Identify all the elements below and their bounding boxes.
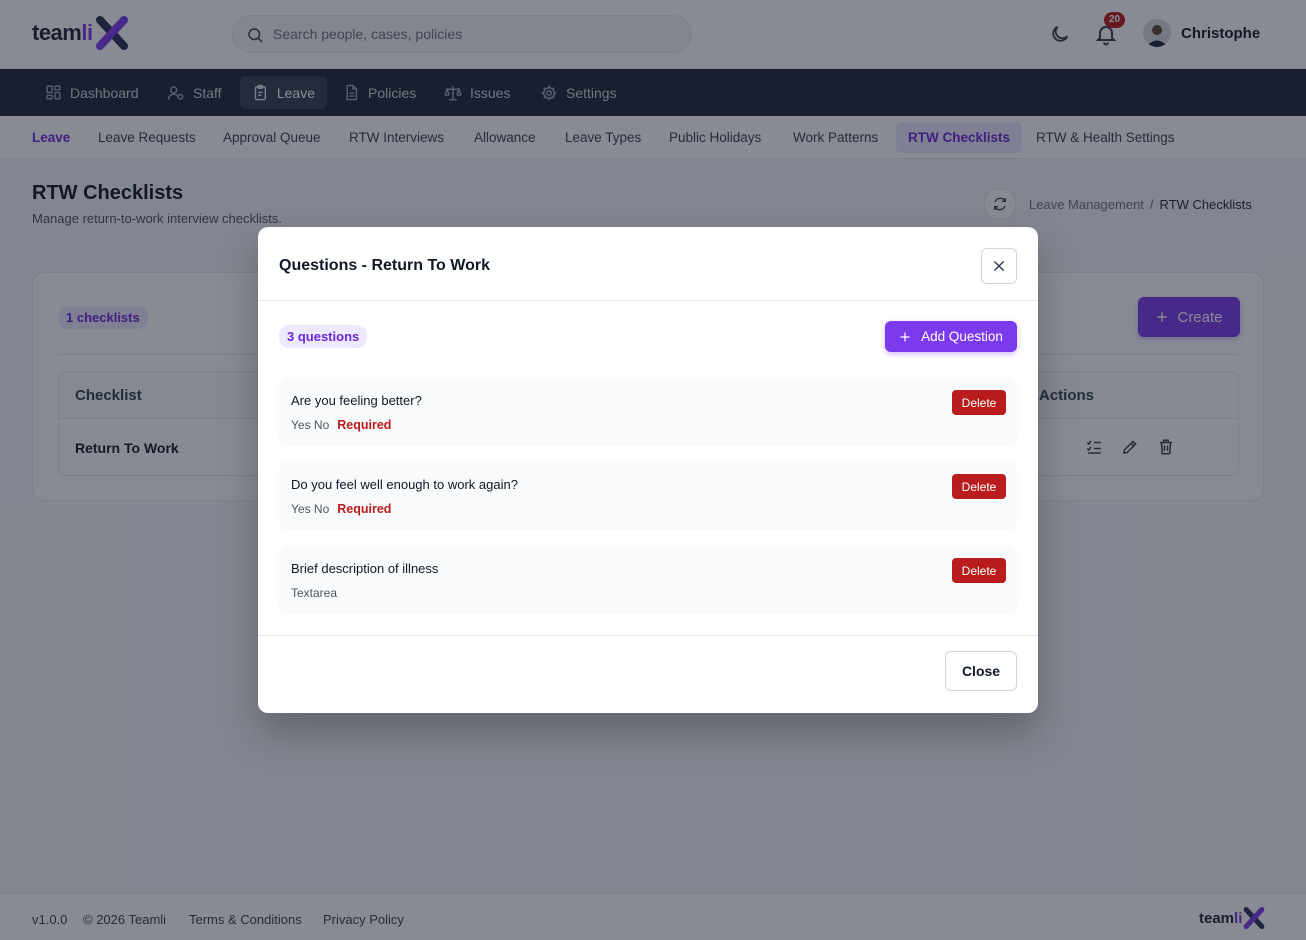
question-type: Textarea: [291, 586, 338, 600]
question-item: Do you feel well enough to work again? Y…: [279, 461, 1017, 530]
close-icon: [993, 260, 1005, 272]
delete-question-button[interactable]: Delete: [952, 558, 1006, 583]
question-item: Are you feeling better? Yes No Required D…: [279, 377, 1017, 446]
required-label: Required: [337, 418, 392, 432]
question-type: Yes No: [291, 418, 330, 432]
question-type: Yes No: [291, 502, 330, 516]
questions-modal: Questions - Return To Work 3 questions A…: [258, 227, 1038, 713]
question-meta: Yes No Required: [291, 418, 391, 432]
divider: [258, 300, 1038, 301]
question-text: Do you feel well enough to work again?: [291, 477, 518, 492]
question-meta: Textarea: [291, 586, 337, 600]
required-label: Required: [337, 502, 392, 516]
modal-close-button[interactable]: [981, 248, 1017, 284]
question-text: Brief description of illness: [291, 561, 439, 576]
modal-title: Questions - Return To Work: [279, 257, 490, 274]
delete-question-button[interactable]: Delete: [952, 390, 1006, 415]
question-meta: Yes No Required: [291, 502, 391, 516]
add-question-button[interactable]: Add Question: [885, 321, 1017, 352]
question-text: Are you feeling better?: [291, 393, 422, 408]
delete-question-button[interactable]: Delete: [952, 474, 1006, 499]
questions-count-badge: 3 questions: [279, 325, 368, 348]
question-item: Brief description of illness Textarea De…: [279, 545, 1017, 614]
close-button[interactable]: Close: [945, 651, 1017, 691]
plus-icon: [900, 332, 910, 341]
divider: [258, 635, 1038, 636]
